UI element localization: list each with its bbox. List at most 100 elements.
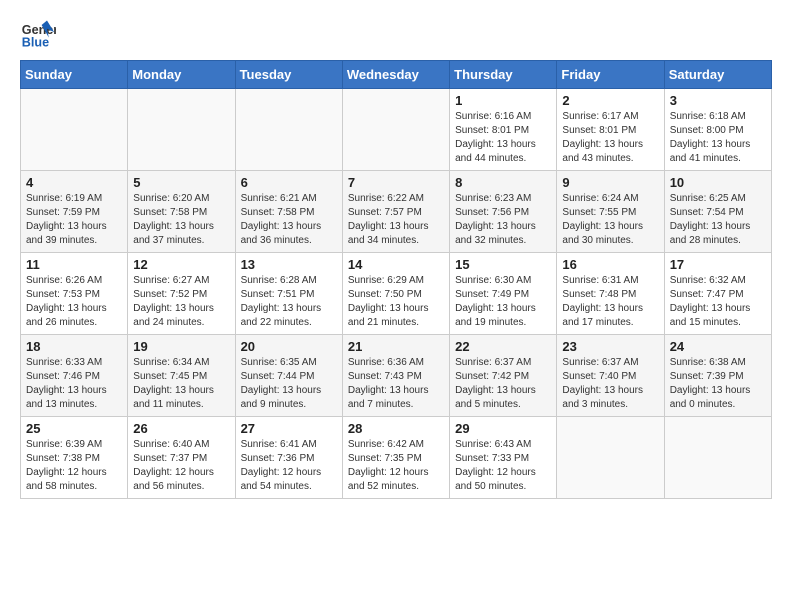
calendar-week-row: 25 Sunrise: 6:39 AM Sunset: 7:38 PM Dayli… [21,417,772,499]
calendar-cell [664,417,771,499]
day-detail: Sunrise: 6:41 AM Sunset: 7:36 PM Dayligh… [241,438,337,494]
day-number: 14 [348,257,444,272]
day-number: 27 [241,421,337,436]
calendar-cell: 6Sunrise: 6:21 AM Sunset: 7:58 PM Daylig… [235,171,342,253]
day-detail: Sunrise: 6:33 AM Sunset: 7:46 PM Dayligh… [26,356,122,412]
day-number: 13 [241,257,337,272]
day-detail: Sunrise: 6:24 AM Sunset: 7:55 PM Dayligh… [562,192,658,248]
header-sunday: Sunday [21,61,128,89]
calendar-cell: 25 Sunrise: 6:39 AM Sunset: 7:38 PM Dayli… [21,417,128,499]
day-detail: Sunrise: 6:42 AM Sunset: 7:35 PM Dayligh… [348,438,444,494]
day-number: 20 [241,339,337,354]
logo: General Blue [20,16,60,52]
calendar-cell [21,89,128,171]
day-number: 19 [133,339,229,354]
calendar-cell: 1 Sunrise: 6:16 AM Sunset: 8:01 PM Daylig… [450,89,557,171]
calendar-cell: 13 Sunrise: 6:28 AM Sunset: 7:51 PM Dayli… [235,253,342,335]
day-detail: Sunrise: 6:28 AM Sunset: 7:51 PM Dayligh… [241,274,337,330]
calendar-cell [235,89,342,171]
day-detail: Sunrise: 6:38 AM Sunset: 7:39 PM Dayligh… [670,356,766,412]
day-detail: Sunrise: 6:17 AM Sunset: 8:01 PM Dayligh… [562,110,658,166]
day-number: 2 [562,93,658,108]
day-number: 21 [348,339,444,354]
calendar-cell: 16 Sunrise: 6:31 AM Sunset: 7:48 PM Dayli… [557,253,664,335]
day-number: 11 [26,257,122,272]
day-number: 25 [26,421,122,436]
day-detail: Sunrise: 6:21 AM Sunset: 7:58 PM Dayligh… [241,192,337,248]
day-detail: Sunrise: 6:43 AM Sunset: 7:33 PM Dayligh… [455,438,551,494]
day-number: 22 [455,339,551,354]
day-detail: Sunrise: 6:31 AM Sunset: 7:48 PM Dayligh… [562,274,658,330]
day-number: 7 [348,175,444,190]
day-detail: Sunrise: 6:25 AM Sunset: 7:54 PM Dayligh… [670,192,766,248]
calendar-cell: 10 Sunrise: 6:25 AM Sunset: 7:54 PM Dayli… [664,171,771,253]
calendar-cell: 19Sunrise: 6:34 AM Sunset: 7:45 PM Dayli… [128,335,235,417]
calendar-cell: 3 Sunrise: 6:18 AM Sunset: 8:00 PM Daylig… [664,89,771,171]
calendar-cell: 8 Sunrise: 6:23 AM Sunset: 7:56 PM Daylig… [450,171,557,253]
day-number: 28 [348,421,444,436]
day-detail: Sunrise: 6:23 AM Sunset: 7:56 PM Dayligh… [455,192,551,248]
header-saturday: Saturday [664,61,771,89]
calendar-week-row: 1 Sunrise: 6:16 AM Sunset: 8:01 PM Daylig… [21,89,772,171]
calendar-cell: 24 Sunrise: 6:38 AM Sunset: 7:39 PM Dayli… [664,335,771,417]
day-detail: Sunrise: 6:36 AM Sunset: 7:43 PM Dayligh… [348,356,444,412]
day-detail: Sunrise: 6:40 AM Sunset: 7:37 PM Dayligh… [133,438,229,494]
day-number: 1 [455,93,551,108]
day-detail: Sunrise: 6:26 AM Sunset: 7:53 PM Dayligh… [26,274,122,330]
calendar-cell: 23 Sunrise: 6:37 AM Sunset: 7:40 PM Dayli… [557,335,664,417]
calendar-cell: 12 Sunrise: 6:27 AM Sunset: 7:52 PM Dayli… [128,253,235,335]
day-number: 3 [670,93,766,108]
day-number: 9 [562,175,658,190]
day-number: 12 [133,257,229,272]
day-detail: Sunrise: 6:37 AM Sunset: 7:42 PM Dayligh… [455,356,551,412]
calendar-cell: 20 Sunrise: 6:35 AM Sunset: 7:44 PM Dayli… [235,335,342,417]
calendar-cell: 29 Sunrise: 6:43 AM Sunset: 7:33 PM Dayli… [450,417,557,499]
calendar-cell: 18Sunrise: 6:33 AM Sunset: 7:46 PM Dayli… [21,335,128,417]
day-number: 15 [455,257,551,272]
calendar-cell: 7 Sunrise: 6:22 AM Sunset: 7:57 PM Daylig… [342,171,449,253]
calendar-cell: 4 Sunrise: 6:19 AM Sunset: 7:59 PM Daylig… [21,171,128,253]
header-friday: Friday [557,61,664,89]
day-detail: Sunrise: 6:20 AM Sunset: 7:58 PM Dayligh… [133,192,229,248]
day-number: 23 [562,339,658,354]
header-thursday: Thursday [450,61,557,89]
day-detail: Sunrise: 6:32 AM Sunset: 7:47 PM Dayligh… [670,274,766,330]
calendar-cell [128,89,235,171]
calendar-week-row: 18Sunrise: 6:33 AM Sunset: 7:46 PM Dayli… [21,335,772,417]
calendar-cell [557,417,664,499]
header-monday: Monday [128,61,235,89]
calendar-cell: 22 Sunrise: 6:37 AM Sunset: 7:42 PM Dayli… [450,335,557,417]
header-wednesday: Wednesday [342,61,449,89]
calendar-cell: 28 Sunrise: 6:42 AM Sunset: 7:35 PM Dayli… [342,417,449,499]
calendar-cell: 26 Sunrise: 6:40 AM Sunset: 7:37 PM Dayli… [128,417,235,499]
calendar-week-row: 4 Sunrise: 6:19 AM Sunset: 7:59 PM Daylig… [21,171,772,253]
day-detail: Sunrise: 6:16 AM Sunset: 8:01 PM Dayligh… [455,110,551,166]
day-detail: Sunrise: 6:22 AM Sunset: 7:57 PM Dayligh… [348,192,444,248]
calendar-cell: 14Sunrise: 6:29 AM Sunset: 7:50 PM Dayli… [342,253,449,335]
day-number: 5 [133,175,229,190]
day-number: 4 [26,175,122,190]
day-number: 16 [562,257,658,272]
calendar-week-row: 11 Sunrise: 6:26 AM Sunset: 7:53 PM Dayli… [21,253,772,335]
day-detail: Sunrise: 6:19 AM Sunset: 7:59 PM Dayligh… [26,192,122,248]
day-number: 29 [455,421,551,436]
logo-icon: General Blue [20,16,56,52]
day-detail: Sunrise: 6:39 AM Sunset: 7:38 PM Dayligh… [26,438,122,494]
day-detail: Sunrise: 6:30 AM Sunset: 7:49 PM Dayligh… [455,274,551,330]
calendar-cell: 27 Sunrise: 6:41 AM Sunset: 7:36 PM Dayli… [235,417,342,499]
calendar-cell: 9 Sunrise: 6:24 AM Sunset: 7:55 PM Daylig… [557,171,664,253]
calendar-cell: 2 Sunrise: 6:17 AM Sunset: 8:01 PM Daylig… [557,89,664,171]
day-number: 8 [455,175,551,190]
day-detail: Sunrise: 6:37 AM Sunset: 7:40 PM Dayligh… [562,356,658,412]
header-tuesday: Tuesday [235,61,342,89]
day-detail: Sunrise: 6:35 AM Sunset: 7:44 PM Dayligh… [241,356,337,412]
calendar-cell: 21 Sunrise: 6:36 AM Sunset: 7:43 PM Dayli… [342,335,449,417]
day-detail: Sunrise: 6:27 AM Sunset: 7:52 PM Dayligh… [133,274,229,330]
day-number: 26 [133,421,229,436]
calendar-cell: 17Sunrise: 6:32 AM Sunset: 7:47 PM Dayli… [664,253,771,335]
day-number: 24 [670,339,766,354]
day-number: 10 [670,175,766,190]
day-detail: Sunrise: 6:18 AM Sunset: 8:00 PM Dayligh… [670,110,766,166]
calendar-header-row: SundayMondayTuesdayWednesdayThursdayFrid… [21,61,772,89]
calendar-cell: 15 Sunrise: 6:30 AM Sunset: 7:49 PM Dayli… [450,253,557,335]
